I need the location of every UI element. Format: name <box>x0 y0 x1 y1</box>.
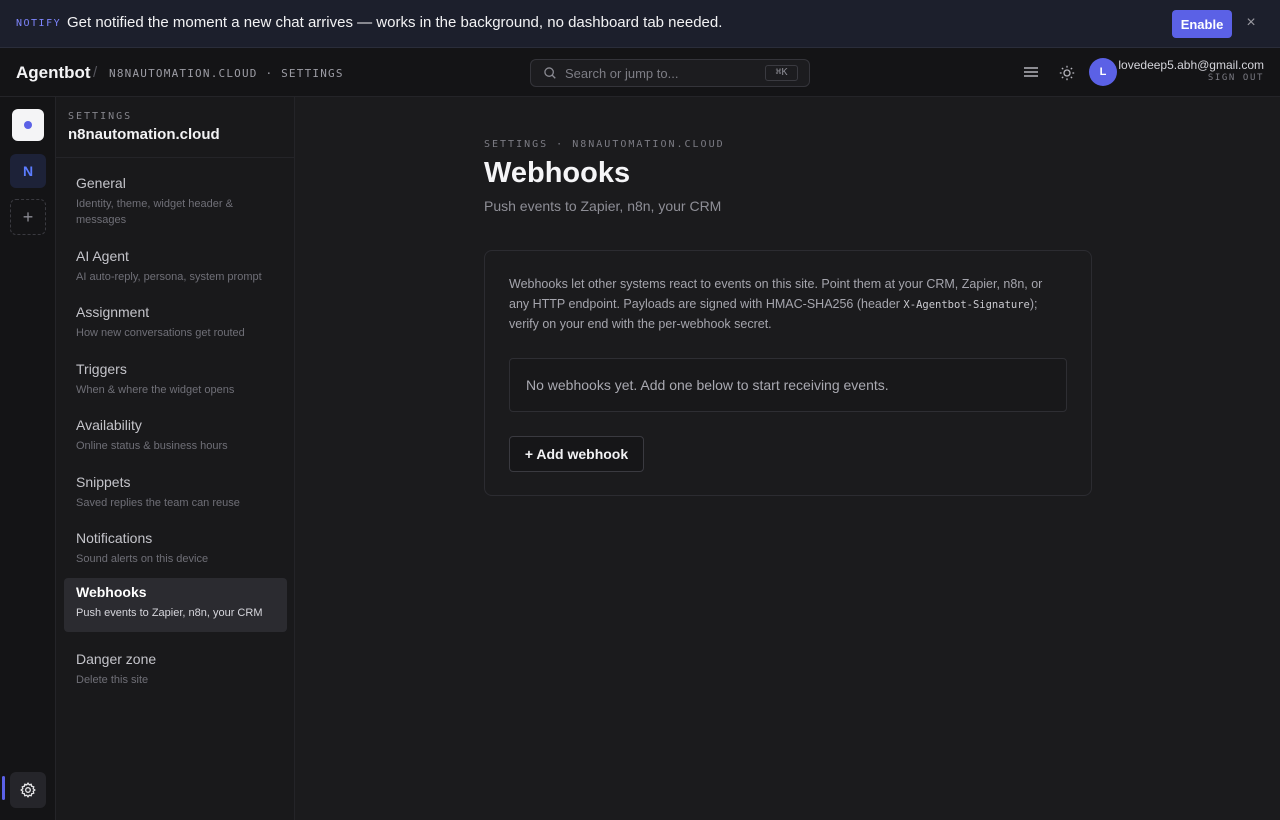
sidebar-item-notifications[interactable]: Notifications Sound alerts on this devic… <box>64 524 287 573</box>
empty-state-text: No webhooks yet. Add one below to start … <box>526 377 889 393</box>
sidebar-item-label: Availability <box>76 417 142 433</box>
sidebar-item-danger-zone[interactable]: Danger zone Delete this site <box>64 645 287 694</box>
search-icon <box>544 67 556 79</box>
notify-message: Get notified the moment a new chat arriv… <box>67 14 723 31</box>
settings-button[interactable] <box>10 772 46 808</box>
sidebar-site-name: n8nautomation.cloud <box>68 126 220 143</box>
sidebar-item-description: When & where the widget opens <box>76 384 235 396</box>
brand-logo[interactable]: Agentbot <box>16 63 91 83</box>
breadcrumb-separator: / <box>93 64 98 81</box>
search-shortcut: ⌘K <box>765 65 798 81</box>
sidebar-item-description: Sound alerts on this device <box>76 553 209 565</box>
search-input[interactable]: Search or jump to... ⌘K <box>530 59 810 87</box>
sidebar-item-description: Identity, theme, widget header & message… <box>76 198 233 226</box>
top-bar: Agentbot / N8NAUTOMATION.CLOUD · SETTING… <box>0 48 1280 97</box>
app-logo-icon <box>24 121 32 129</box>
sidebar-item-description: Online status & business hours <box>76 440 228 452</box>
sidebar-item-ai-agent[interactable]: AI Agent AI auto-reply, persona, system … <box>64 242 287 291</box>
workspace-rail: N + <box>0 97 56 820</box>
sidebar-item-description: Push events to Zapier, n8n, your CRM <box>76 607 263 619</box>
settings-sidebar: SETTINGS n8nautomation.cloud General Ide… <box>56 97 295 820</box>
page-title: Webhooks <box>484 157 631 189</box>
active-indicator <box>2 776 5 800</box>
enable-notifications-button[interactable]: Enable <box>1172 10 1232 38</box>
sidebar-item-label: Notifications <box>76 530 153 546</box>
sidebar-item-label: Danger zone <box>76 651 157 667</box>
webhooks-description: Webhooks let other systems react to even… <box>509 275 1054 335</box>
sidebar-item-label: General <box>76 175 126 191</box>
main-content: SETTINGS · N8NAUTOMATION.CLOUD Webhooks … <box>296 97 1280 820</box>
sidebar-item-description: Delete this site <box>76 674 149 686</box>
sidebar-item-label: AI Agent <box>76 248 129 264</box>
signature-header-code: X-Agentbot-Signature <box>903 298 1030 311</box>
sidebar-item-label: Assignment <box>76 304 150 320</box>
theme-toggle-sun-icon[interactable] <box>1059 65 1075 81</box>
search-placeholder: Search or jump to... <box>565 66 679 81</box>
app-home-button[interactable] <box>12 109 44 141</box>
sidebar-item-general[interactable]: General Identity, theme, widget header &… <box>64 169 287 234</box>
sidebar-item-availability[interactable]: Availability Online status & business ho… <box>64 411 287 460</box>
page-breadcrumb: SETTINGS · N8NAUTOMATION.CLOUD <box>484 139 725 150</box>
menu-icon[interactable] <box>1024 66 1038 78</box>
user-avatar[interactable]: L <box>1089 58 1117 86</box>
notify-banner: NOTIFY Get notified the moment a new cha… <box>0 0 1280 48</box>
empty-state: No webhooks yet. Add one below to start … <box>509 358 1067 412</box>
sidebar-item-snippets[interactable]: Snippets Saved replies the team can reus… <box>64 468 287 517</box>
sidebar-item-description: AI auto-reply, persona, system prompt <box>76 271 262 283</box>
site-switcher-n8nautomation[interactable]: N <box>10 154 46 188</box>
sidebar-item-label: Webhooks <box>76 584 147 600</box>
add-site-button[interactable]: + <box>10 199 46 235</box>
sidebar-item-triggers[interactable]: Triggers When & where the widget opens <box>64 355 287 404</box>
sidebar-item-assignment[interactable]: Assignment How new conversations get rou… <box>64 298 287 347</box>
user-email: lovedeep5.abh@gmail.com <box>1118 58 1264 72</box>
sidebar-divider <box>56 157 295 158</box>
breadcrumb: N8NAUTOMATION.CLOUD · SETTINGS <box>109 67 344 80</box>
close-icon[interactable]: × <box>1244 15 1258 31</box>
sidebar-item-webhooks[interactable]: Webhooks Push events to Zapier, n8n, you… <box>64 578 287 632</box>
sidebar-item-label: Triggers <box>76 361 127 377</box>
add-webhook-button[interactable]: + Add webhook <box>509 436 644 472</box>
sidebar-item-description: How new conversations get routed <box>76 327 245 339</box>
page-subtitle: Push events to Zapier, n8n, your CRM <box>484 198 722 214</box>
gear-icon <box>20 782 36 798</box>
sidebar-eyebrow: SETTINGS <box>68 111 133 122</box>
sidebar-item-description: Saved replies the team can reuse <box>76 497 240 509</box>
notify-tag: NOTIFY <box>16 18 62 29</box>
sidebar-item-label: Snippets <box>76 474 131 490</box>
sign-out-link[interactable]: SIGN OUT <box>1208 73 1264 83</box>
webhooks-card: Webhooks let other systems react to even… <box>484 250 1092 496</box>
